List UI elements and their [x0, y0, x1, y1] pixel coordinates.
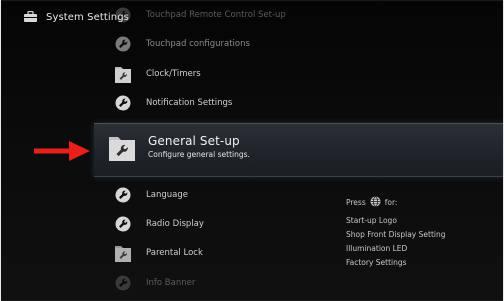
- selected-item-description: Configure general settings.: [148, 150, 250, 159]
- menu-item-touchpad-configurations[interactable]: Touchpad configurations: [113, 31, 250, 57]
- menu-item-label: Touchpad Remote Control Set-up: [146, 10, 286, 20]
- wrench-icon: [113, 34, 133, 54]
- wrench-icon: [113, 214, 133, 234]
- red-arrow-icon: [34, 141, 90, 161]
- menu-item-touchpad-remote-setup[interactable]: Touchpad Remote Control Set-up: [113, 2, 286, 28]
- tv-settings-screen: System Settings Touchpad Remote Control …: [0, 0, 504, 301]
- menu-item-language[interactable]: Language: [113, 182, 188, 208]
- menu-item-notification-settings[interactable]: Notification Settings: [113, 90, 232, 116]
- for-label: for:: [384, 197, 398, 207]
- menu-item-label: Parental Lock: [146, 248, 203, 258]
- folder-wrench-icon: [113, 243, 133, 263]
- toolbox-icon: [23, 11, 38, 23]
- folder-wrench-icon: [108, 133, 136, 163]
- press-options-hint: Press for:: [346, 196, 496, 208]
- help-option[interactable]: Factory Settings: [346, 258, 496, 268]
- press-label: Press: [346, 197, 366, 207]
- selected-item-title: General Set-up: [148, 134, 240, 148]
- page-title: System Settings: [46, 11, 129, 23]
- help-options-list: Start-up Logo Shop Front Display Setting…: [346, 216, 496, 268]
- menu-item-radio-display[interactable]: Radio Display: [113, 211, 204, 237]
- menu-item-parental-lock[interactable]: Parental Lock: [113, 240, 203, 266]
- menu-item-label: Notification Settings: [146, 98, 233, 108]
- wrench-icon: [113, 93, 133, 113]
- menu-item-label: Touchpad configurations: [146, 39, 250, 49]
- wrench-icon: [113, 273, 133, 293]
- header: System Settings: [23, 8, 129, 26]
- options-help-panel: Press for: Start-up Logo Shop Front Disp…: [346, 196, 496, 268]
- selected-text: General Set-up Configure general setting…: [148, 134, 250, 159]
- help-option[interactable]: Shop Front Display Setting: [346, 230, 496, 240]
- menu-item-info-banner[interactable]: Info Banner: [113, 270, 195, 296]
- menu-item-clock-timers[interactable]: Clock/Timers: [113, 61, 201, 87]
- menu-item-label: Language: [146, 190, 188, 200]
- options-globe-icon: [370, 196, 381, 209]
- menu-item-label: Clock/Timers: [146, 69, 201, 79]
- help-option[interactable]: Illumination LED: [346, 244, 496, 254]
- menu-item-general-setup[interactable]: General Set-up Configure general setting…: [108, 130, 250, 163]
- help-option[interactable]: Start-up Logo: [346, 216, 496, 226]
- menu-item-label: Radio Display: [146, 219, 204, 229]
- menu-item-label: Info Banner: [146, 278, 196, 288]
- wrench-icon: [113, 185, 133, 205]
- folder-wrench-icon: [113, 64, 133, 84]
